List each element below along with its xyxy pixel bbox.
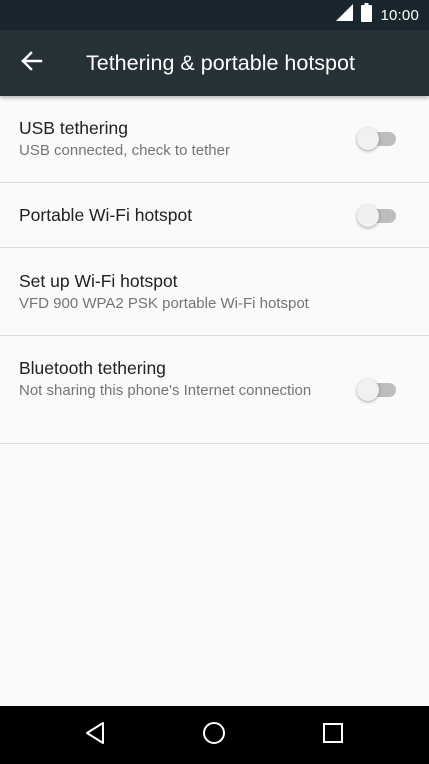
item-text: Set up Wi-Fi hotspot VFD 900 WPA2 PSK po… (19, 270, 409, 314)
item-text: USB tethering USB connected, check to te… (19, 117, 329, 161)
home-circle-icon (202, 721, 226, 750)
back-triangle-icon (84, 721, 106, 750)
toggle-thumb (357, 379, 379, 401)
item-title: USB tethering (19, 118, 128, 138)
item-text: Portable Wi-Fi hotspot (19, 204, 329, 226)
item-subtitle: USB connected, check to tether (19, 142, 230, 159)
list-item-portable-wifi-hotspot[interactable]: Portable Wi-Fi hotspot (0, 183, 429, 248)
arrow-back-icon (21, 50, 43, 77)
nav-home-button[interactable] (199, 720, 229, 750)
nav-recents-button[interactable] (318, 720, 348, 750)
item-title: Bluetooth tethering (19, 358, 166, 378)
bluetooth-tethering-toggle[interactable] (357, 379, 397, 401)
item-text: Bluetooth tethering Not sharing this pho… (19, 357, 329, 401)
list-item-setup-wifi-hotspot[interactable]: Set up Wi-Fi hotspot VFD 900 WPA2 PSK po… (0, 248, 429, 336)
toggle-thumb (357, 128, 379, 150)
back-button[interactable] (14, 45, 50, 81)
app-bar: Tethering & portable hotspot (0, 30, 429, 96)
status-icons: 10:00 (336, 0, 419, 30)
list-item-usb-tethering[interactable]: USB tethering USB connected, check to te… (0, 96, 429, 183)
item-subtitle: VFD 900 WPA2 PSK portable Wi-Fi hotspot (19, 295, 309, 312)
toggle-thumb (357, 205, 379, 227)
signal-icon (336, 4, 354, 26)
status-bar: 10:00 (0, 0, 429, 30)
navigation-bar (0, 706, 429, 764)
item-subtitle: Not sharing this phone's Internet connec… (19, 382, 312, 399)
list-item-bluetooth-tethering[interactable]: Bluetooth tethering Not sharing this pho… (0, 336, 429, 444)
battery-icon (361, 3, 373, 27)
recents-square-icon (322, 722, 344, 749)
settings-list: USB tethering USB connected, check to te… (0, 96, 429, 444)
item-title: Set up Wi-Fi hotspot (19, 271, 178, 291)
usb-tethering-toggle[interactable] (357, 128, 397, 150)
status-time: 10:00 (380, 6, 419, 24)
screen: 10:00 Tethering & portable hotspot USB t… (0, 0, 429, 764)
item-title: Portable Wi-Fi hotspot (19, 205, 193, 225)
page-title: Tethering & portable hotspot (86, 51, 355, 75)
portable-wifi-hotspot-toggle[interactable] (357, 205, 397, 227)
nav-back-button[interactable] (80, 720, 110, 750)
